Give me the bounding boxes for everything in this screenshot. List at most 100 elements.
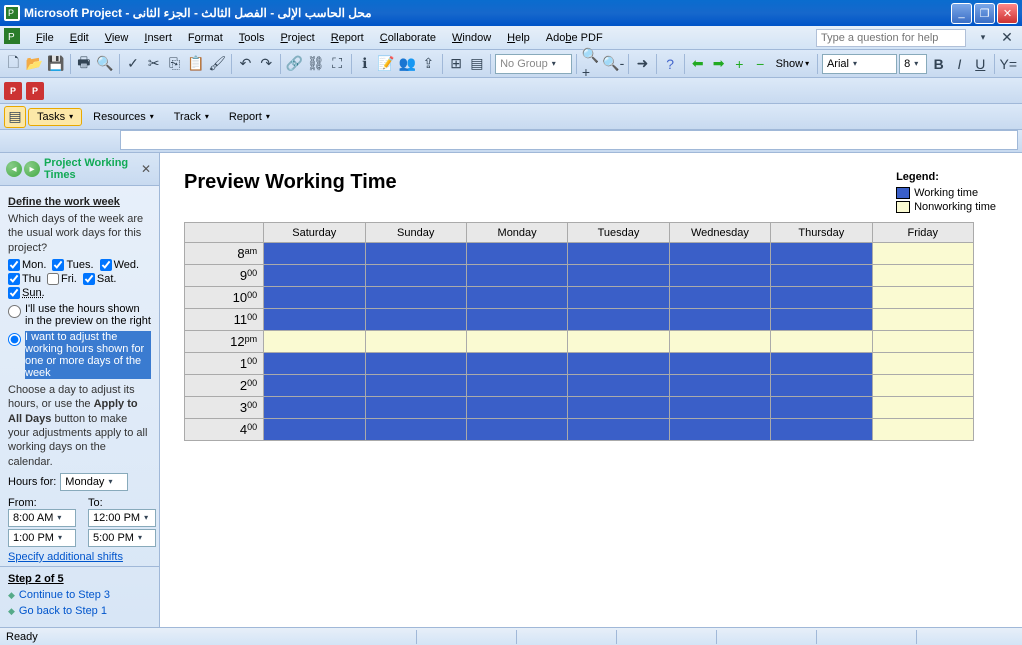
day-check-fri[interactable]: Fri.: [47, 273, 77, 285]
help-icon[interactable]: ?: [661, 53, 680, 75]
maximize-button[interactable]: ❐: [974, 3, 995, 24]
spelling-icon[interactable]: ✓: [124, 53, 143, 75]
sidebar-back-icon[interactable]: ◂: [6, 161, 22, 177]
day-check-mon[interactable]: Mon.: [8, 259, 46, 271]
zoom-in-icon[interactable]: 🔍+: [581, 53, 600, 75]
menu-report[interactable]: Report: [323, 30, 372, 46]
pdf-mail-icon[interactable]: P: [26, 82, 44, 100]
time-label: 300: [185, 397, 264, 419]
redo-icon[interactable]: ↷: [257, 53, 276, 75]
publish-icon[interactable]: ⇪: [419, 53, 438, 75]
format-painter-icon[interactable]: 🖌: [207, 53, 227, 75]
sidebar-close-icon[interactable]: ✕: [139, 162, 153, 176]
from-time-2[interactable]: 1:00 PM▾: [8, 529, 76, 547]
time-label: 1100: [185, 309, 264, 331]
menu-adobe-pdf[interactable]: Adobe PDF: [538, 30, 611, 46]
hours-for-dropdown[interactable]: Monday▾: [60, 473, 128, 491]
entry-bar[interactable]: [120, 130, 1018, 150]
close-button[interactable]: ✕: [997, 3, 1018, 24]
open-icon[interactable]: 📂: [25, 53, 44, 75]
undo-icon[interactable]: ↶: [236, 53, 255, 75]
menu-app-icon[interactable]: P: [4, 28, 24, 48]
bold-icon[interactable]: B: [929, 53, 948, 75]
radio-adjust-hours[interactable]: [8, 333, 21, 346]
day-check-thu[interactable]: Thu: [8, 273, 41, 285]
print-preview-icon[interactable]: 🔍: [95, 53, 114, 75]
status-text: Ready: [6, 631, 38, 643]
menu-insert[interactable]: Insert: [136, 30, 180, 46]
time-slot: [264, 397, 365, 419]
assign-icon[interactable]: 👥: [398, 53, 417, 75]
show-button[interactable]: Show▾: [772, 53, 814, 75]
save-icon[interactable]: 💾: [46, 53, 65, 75]
group-dropdown[interactable]: No Group▾: [495, 54, 572, 74]
menu-file[interactable]: File: [28, 30, 62, 46]
font-size-dropdown[interactable]: 8▾: [899, 54, 927, 74]
menu-format[interactable]: Format: [180, 30, 231, 46]
time-slot: [568, 353, 669, 375]
specify-shifts-link[interactable]: Specify additional shifts: [8, 551, 151, 563]
continue-step-link[interactable]: ◆Continue to Step 3: [8, 589, 151, 601]
time-slot: [568, 419, 669, 441]
new-icon[interactable]: 🗋: [4, 53, 23, 75]
time-slot: [466, 353, 567, 375]
menu-edit[interactable]: Edit: [62, 30, 97, 46]
resources-view-button[interactable]: Resources▾: [84, 108, 163, 126]
menu-project[interactable]: Project: [272, 30, 322, 46]
sidebar-forward-icon[interactable]: ▸: [24, 161, 40, 177]
menu-window[interactable]: Window: [444, 30, 499, 46]
show-plus-icon[interactable]: +: [730, 53, 749, 75]
time-slot: [872, 353, 973, 375]
menu-tools[interactable]: Tools: [231, 30, 273, 46]
time-slot: [466, 287, 567, 309]
track-view-button[interactable]: Track▾: [165, 108, 218, 126]
day-check-wed[interactable]: Wed.: [100, 259, 139, 271]
time-slot: [669, 419, 770, 441]
link-icon[interactable]: 🔗: [284, 53, 303, 75]
autofilter-icon[interactable]: ▤: [467, 53, 486, 75]
filter-icon[interactable]: Y=: [999, 53, 1019, 75]
paste-icon[interactable]: 📋: [186, 53, 205, 75]
split-icon[interactable]: ⛶: [328, 53, 347, 75]
group-icon[interactable]: ⊞: [447, 53, 466, 75]
show-minus-icon[interactable]: −: [751, 53, 770, 75]
time-slot: [466, 331, 567, 353]
pdf-convert-icon[interactable]: P: [4, 82, 22, 100]
time-label: 900: [185, 265, 264, 287]
notes-icon[interactable]: 📝: [376, 53, 395, 75]
goto-icon[interactable]: ➜: [633, 53, 652, 75]
italic-icon[interactable]: I: [950, 53, 969, 75]
back-step-link[interactable]: ◆Go back to Step 1: [8, 605, 151, 617]
copy-icon[interactable]: ⎘: [165, 53, 184, 75]
minimize-button[interactable]: _: [951, 3, 972, 24]
to-time-1[interactable]: 12:00 PM▾: [88, 509, 156, 527]
cut-icon[interactable]: ✂: [144, 53, 163, 75]
font-name-dropdown[interactable]: Arial▾: [822, 54, 897, 74]
mdi-close-icon[interactable]: ✕: [996, 27, 1018, 49]
underline-icon[interactable]: U: [971, 53, 990, 75]
report-view-button[interactable]: Report▾: [220, 108, 279, 126]
day-check-tues[interactable]: Tues.: [52, 259, 93, 271]
outdent-icon[interactable]: ⬅: [688, 53, 707, 75]
print-icon[interactable]: 🖶: [75, 53, 94, 75]
tasks-view-button[interactable]: Tasks▾: [28, 108, 82, 126]
unlink-icon[interactable]: ⛓: [306, 53, 326, 75]
from-time-1[interactable]: 8:00 AM▾: [8, 509, 76, 527]
menu-view[interactable]: View: [97, 30, 137, 46]
radio-use-preview[interactable]: [8, 305, 21, 318]
menu-help[interactable]: Help: [499, 30, 538, 46]
menu-collaborate[interactable]: Collaborate: [372, 30, 444, 46]
help-search-input[interactable]: [816, 29, 966, 47]
info-icon[interactable]: ℹ: [355, 53, 374, 75]
svg-text:P: P: [8, 32, 15, 43]
guide-toggle-icon[interactable]: ▤: [4, 106, 26, 128]
view-bar: ▤ Tasks▾ Resources▾ Track▾ Report▾: [0, 104, 1022, 130]
day-check-sat[interactable]: Sat.: [83, 273, 117, 285]
to-time-2[interactable]: 5:00 PM▾: [88, 529, 156, 547]
zoom-out-icon[interactable]: 🔍-: [602, 53, 624, 75]
indent-icon[interactable]: ➡: [709, 53, 728, 75]
time-label: 400: [185, 419, 264, 441]
menu-dropdown-icon[interactable]: ▾: [972, 27, 994, 49]
time-slot: [568, 375, 669, 397]
day-check-sun[interactable]: Sun.: [8, 287, 45, 299]
